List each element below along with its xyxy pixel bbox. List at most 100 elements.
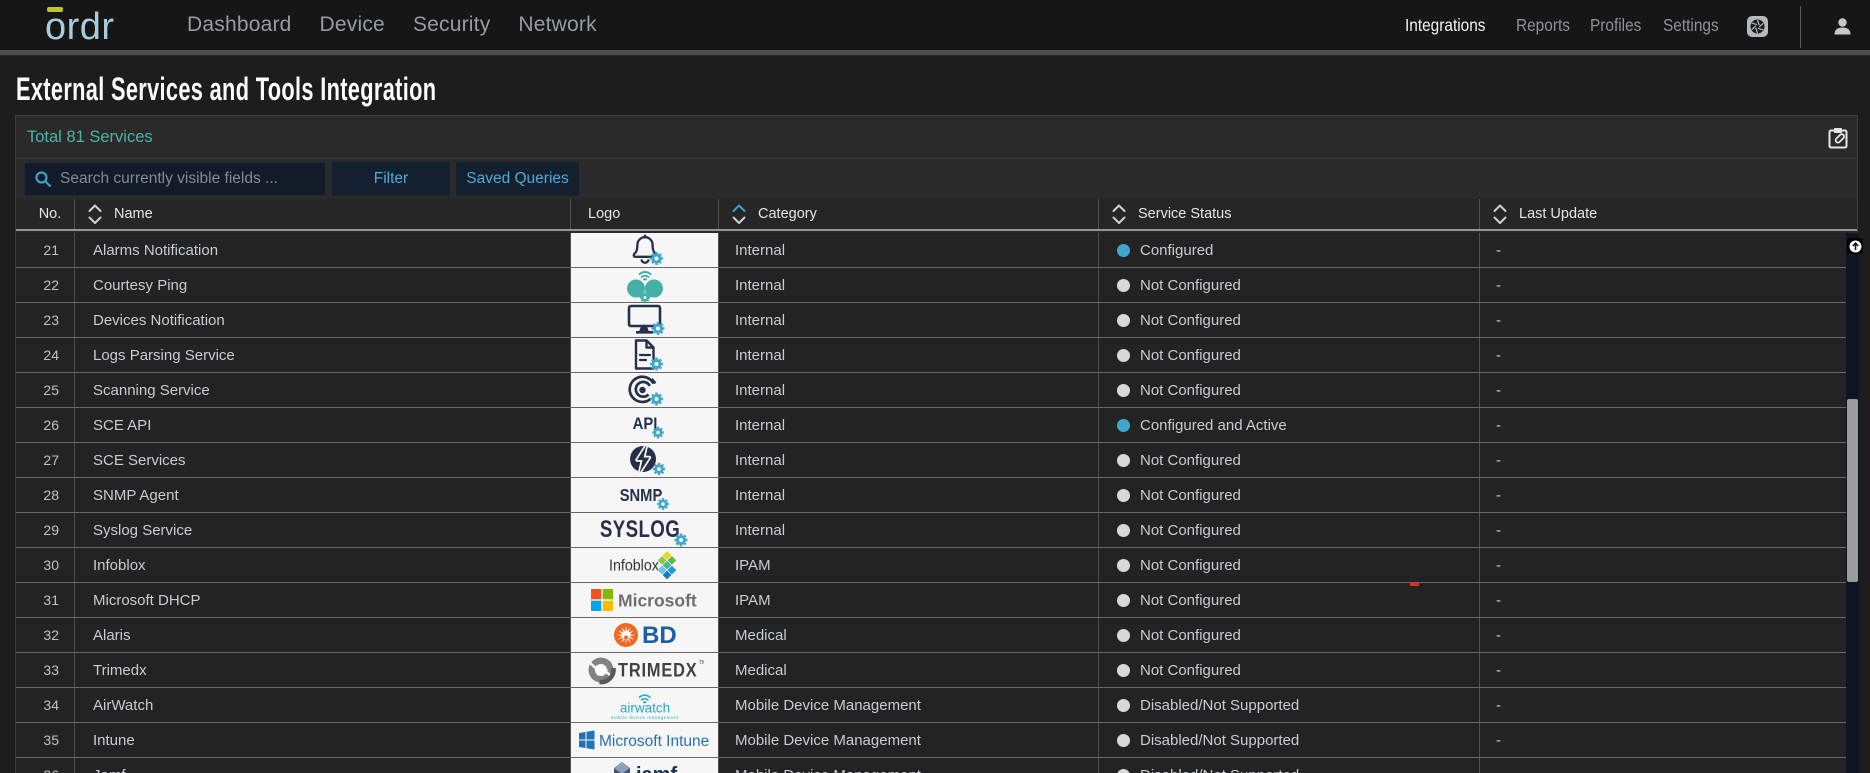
table-row[interactable]: 27 SCE Services Internal Not Configured …	[16, 443, 1857, 478]
cell-name: Alarms Notification	[75, 233, 571, 267]
cell-last-update: -	[1480, 303, 1857, 337]
cell-category: Mobile Device Management	[719, 723, 1099, 757]
status-dot	[1117, 594, 1130, 607]
logs-parsing-logo	[623, 339, 667, 371]
cell-last-update: -	[1480, 758, 1857, 773]
table-row[interactable]: 28 SNMP Agent SNMP Internal Not Configur…	[16, 478, 1857, 513]
svg-text:TRIMEDX: TRIMEDX	[618, 659, 697, 680]
cell-name: Microsoft DHCP	[75, 583, 571, 617]
search-icon	[35, 171, 51, 187]
table-row[interactable]: 23 Devices Notification Internal Not Con…	[16, 303, 1857, 338]
microsoft-logo: Microsoft	[589, 587, 701, 613]
table-row[interactable]: 29 Syslog Service SYSLOG Internal Not Co…	[16, 513, 1857, 548]
status-dot	[1117, 454, 1130, 467]
sort-control-name[interactable]	[88, 204, 102, 225]
cell-category: Medical	[719, 618, 1099, 652]
cell-name: Scanning Service	[75, 373, 571, 407]
status-dot	[1117, 419, 1130, 432]
table-row[interactable]: 31 Microsoft DHCP Microsoft IPAM Not Con…	[16, 583, 1857, 618]
nav-item-network[interactable]: Network	[518, 13, 596, 37]
cell-logo: TRIMEDX TM	[571, 653, 719, 687]
trimedx-logo: TRIMEDX TM	[586, 654, 704, 686]
sort-control-category-ascending[interactable]	[732, 204, 746, 225]
saved-queries-button[interactable]: Saved Queries	[456, 162, 579, 196]
cell-logo: BD	[571, 618, 719, 652]
aperture-icon	[1750, 19, 1765, 34]
cell-no: 34	[16, 688, 75, 722]
cell-service-status: Not Configured	[1099, 513, 1480, 547]
cell-service-status: Not Configured	[1099, 338, 1480, 372]
status-dot	[1117, 699, 1130, 712]
scanning-service-logo	[623, 374, 667, 406]
table-body: 21 Alarms Notification Internal Configur…	[16, 233, 1857, 773]
cell-logo	[571, 373, 719, 407]
nav-item-integrations[interactable]: Integrations	[1405, 15, 1485, 36]
cell-category: Internal	[719, 303, 1099, 337]
nav-item-profiles[interactable]: Profiles	[1590, 15, 1641, 36]
status-dot	[1117, 384, 1130, 397]
cell-last-update: -	[1480, 653, 1857, 687]
sort-control-last-update[interactable]	[1493, 204, 1507, 225]
scrollbar-thumb[interactable]	[1847, 399, 1858, 582]
user-menu[interactable]	[1833, 17, 1852, 36]
services-panel: Total 81 Services Filter Saved Queries N…	[15, 115, 1858, 773]
table-row[interactable]: 30 Infoblox Infoblox IPAM Not Configured	[16, 548, 1857, 583]
search-input[interactable]	[60, 170, 310, 188]
cell-last-update: -	[1480, 618, 1857, 652]
table-row[interactable]: 35 Intune Microsoft Intune Mobile Device…	[16, 723, 1857, 758]
cell-no: 29	[16, 513, 75, 547]
cell-name: Jamf	[75, 758, 571, 773]
ordr-logo[interactable]: ordr	[45, 6, 115, 48]
table-row[interactable]: 25 Scanning Service Internal Not Configu…	[16, 373, 1857, 408]
table-row[interactable]: 34 AirWatch airwatch mobile device manag…	[16, 688, 1857, 723]
cell-service-status: Not Configured	[1099, 478, 1480, 512]
cell-category: Internal	[719, 513, 1099, 547]
table-row[interactable]: 21 Alarms Notification Internal Configur…	[16, 233, 1857, 268]
status-dot	[1117, 559, 1130, 572]
nav-item-device[interactable]: Device	[320, 13, 385, 37]
cell-name: SNMP Agent	[75, 478, 571, 512]
table-row[interactable]: 22 Courtesy Ping Internal Not Configured…	[16, 268, 1857, 303]
column-header-last-update[interactable]: Last Update	[1480, 199, 1857, 229]
cell-category: Internal	[719, 338, 1099, 372]
capture-button[interactable]	[1747, 16, 1768, 37]
cell-no: 22	[16, 268, 75, 302]
column-header-name[interactable]: Name	[75, 199, 571, 229]
table-row[interactable]: 36 Jamf jamf Mobile Device Management Di…	[16, 758, 1857, 773]
navbar-bottom-strip	[0, 50, 1870, 56]
column-header-service-status[interactable]: Service Status	[1099, 199, 1480, 229]
status-dot	[1117, 349, 1130, 362]
sort-control-service-status[interactable]	[1112, 204, 1126, 225]
status-dot	[1117, 524, 1130, 537]
scroll-to-top-button[interactable]	[1847, 238, 1863, 254]
cell-logo	[571, 233, 719, 267]
svg-text:airwatch: airwatch	[619, 701, 669, 716]
nav-item-dashboard[interactable]: Dashboard	[187, 13, 292, 37]
nav-item-security[interactable]: Security	[413, 13, 490, 37]
table-row[interactable]: 24 Logs Parsing Service Internal Not Con…	[16, 338, 1857, 373]
status-dot	[1117, 664, 1130, 677]
search-box	[24, 162, 326, 196]
nav-item-reports[interactable]: Reports	[1516, 15, 1570, 36]
copy-link-icon[interactable]	[1828, 127, 1848, 149]
vertical-scrollbar[interactable]	[1846, 233, 1859, 773]
cell-last-update: -	[1480, 583, 1857, 617]
table-row[interactable]: 33 Trimedx TRIMEDX TM Medical Not Config…	[16, 653, 1857, 688]
cell-category: Internal	[719, 268, 1099, 302]
total-services-label: Total 81 Services	[27, 128, 153, 147]
cell-service-status: Not Configured	[1099, 303, 1480, 337]
cell-no: 25	[16, 373, 75, 407]
status-dot	[1117, 244, 1130, 257]
cell-name: Syslog Service	[75, 513, 571, 547]
cell-service-status: Not Configured	[1099, 443, 1480, 477]
status-dot	[1117, 314, 1130, 327]
cell-service-status: Not Configured	[1099, 548, 1480, 582]
main-nav: Dashboard Device Security Network	[187, 0, 597, 50]
filter-button[interactable]: Filter	[332, 162, 450, 196]
column-header-category[interactable]: Category	[719, 199, 1099, 229]
table-row[interactable]: 26 SCE API API Internal Configured and A…	[16, 408, 1857, 443]
cell-service-status: Disabled/Not Supported	[1099, 723, 1480, 757]
table-row[interactable]: 32 Alaris BD Medical Not Configured -	[16, 618, 1857, 653]
cell-logo: Infoblox	[571, 548, 719, 582]
nav-item-settings[interactable]: Settings	[1663, 15, 1719, 36]
